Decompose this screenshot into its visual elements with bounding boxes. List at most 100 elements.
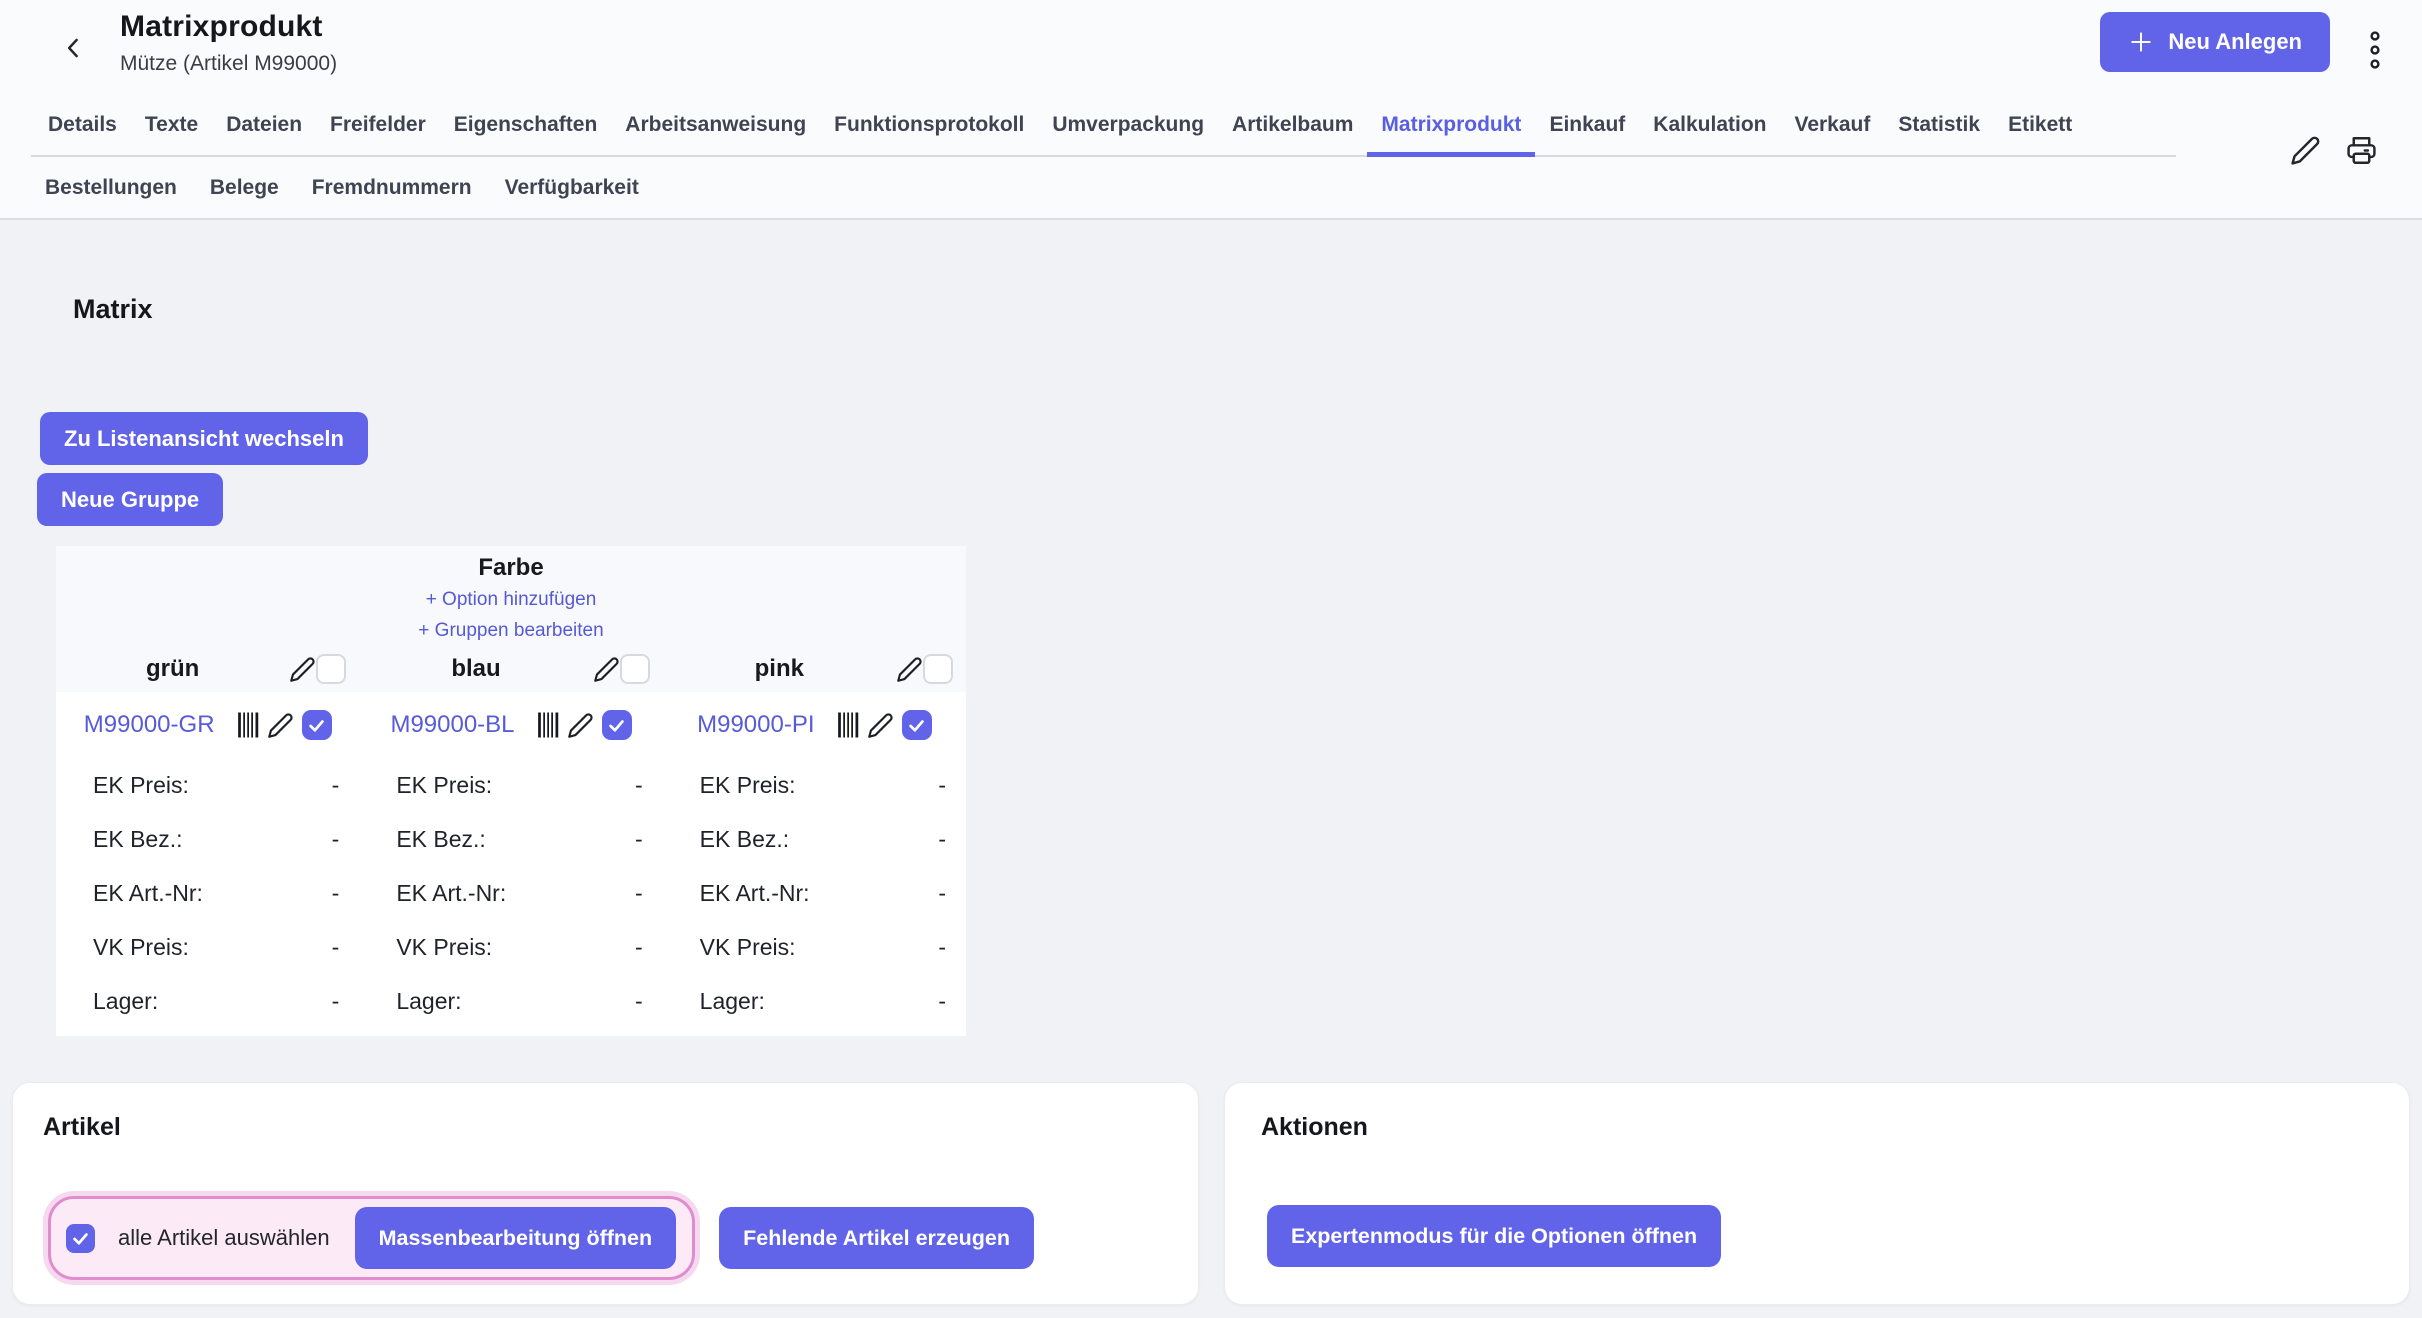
edit-groups-link[interactable]: + Gruppen bearbeiten: [56, 615, 966, 646]
open-expert-mode-button[interactable]: Expertenmodus für die Optionen öffnen: [1267, 1205, 1721, 1267]
tab-statistik[interactable]: Statistik: [1884, 98, 1994, 157]
article-link-gruen[interactable]: M99000-GR: [84, 711, 215, 739]
pencil-icon[interactable]: [289, 656, 316, 683]
chevron-left-icon: [61, 35, 87, 61]
tab-details[interactable]: Details: [34, 98, 131, 157]
select-all-highlight-group: alle Artikel auswählen Massenbearbeitung…: [48, 1196, 695, 1280]
tab-freifelder[interactable]: Freifelder: [316, 98, 440, 157]
pencil-icon: [2290, 135, 2322, 166]
tab-umverpackung[interactable]: Umverpackung: [1038, 98, 1218, 157]
tab-arbeitsanweisung[interactable]: Arbeitsanweisung: [611, 98, 820, 157]
cell-value: -: [332, 934, 340, 961]
tab-verfuegbarkeit[interactable]: Verfügbarkeit: [491, 168, 653, 208]
back-button[interactable]: [54, 26, 94, 70]
more-options-button[interactable]: [2362, 28, 2388, 72]
articles-card-title: Artikel: [43, 1113, 121, 1142]
tab-artikelbaum[interactable]: Artikelbaum: [1218, 98, 1367, 157]
article-checkbox-gruen[interactable]: [302, 710, 332, 740]
column-header-blau: blau: [359, 646, 662, 692]
row-label: EK Art.-Nr:: [93, 880, 203, 907]
table-row-lager: Lager:- Lager:- Lager:-: [56, 974, 966, 1028]
tab-etikett[interactable]: Etikett: [1994, 98, 2086, 157]
option-checkbox-gruen[interactable]: [316, 654, 346, 684]
tab-funktionsprotokoll[interactable]: Funktionsprotokoll: [820, 98, 1038, 157]
open-bulk-edit-button[interactable]: Massenbearbeitung öffnen: [355, 1207, 677, 1269]
option-label-pink: pink: [663, 655, 896, 683]
top-bar: Matrixprodukt Mütze (Artikel M99000) Neu…: [0, 0, 2422, 218]
secondary-tab-bar: Bestellungen Belege Fremdnummern Verfügb…: [31, 168, 653, 208]
cell-value: -: [938, 772, 946, 799]
article-checkbox-pink[interactable]: [902, 710, 932, 740]
tab-belege[interactable]: Belege: [196, 168, 293, 208]
article-link-blau[interactable]: M99000-BL: [390, 711, 514, 739]
row-label: Lager:: [93, 988, 158, 1015]
column-header-pink: pink: [663, 646, 966, 692]
pencil-icon[interactable]: [267, 712, 294, 739]
pencil-icon[interactable]: [867, 712, 894, 739]
articles-controls: alle Artikel auswählen Massenbearbeitung…: [48, 1196, 1034, 1280]
row-label: EK Bez.:: [93, 826, 182, 853]
pencil-icon[interactable]: [593, 656, 620, 683]
page-subtitle: Mütze (Artikel M99000): [120, 52, 337, 76]
tab-kalkulation[interactable]: Kalkulation: [1639, 98, 1780, 157]
matrix-table-header: Farbe + Option hinzufügen + Gruppen bear…: [56, 546, 966, 692]
cell-value: -: [635, 988, 643, 1015]
row-label: EK Art.-Nr:: [700, 880, 810, 907]
matrix-table: Farbe + Option hinzufügen + Gruppen bear…: [56, 546, 966, 1036]
row-label: VK Preis:: [93, 934, 189, 961]
tab-eigenschaften[interactable]: Eigenschaften: [440, 98, 612, 157]
cell-value: -: [938, 880, 946, 907]
tab-dateien[interactable]: Dateien: [212, 98, 316, 157]
tab-matrixprodukt[interactable]: Matrixprodukt: [1367, 98, 1535, 157]
option-checkbox-blau[interactable]: [620, 654, 650, 684]
primary-tab-bar: Details Texte Dateien Freifelder Eigensc…: [34, 98, 2086, 157]
pencil-icon[interactable]: [896, 656, 923, 683]
printer-icon: [2346, 135, 2378, 166]
table-row-ek-preis: EK Preis:- EK Preis:- EK Preis:-: [56, 758, 966, 812]
new-create-button[interactable]: Neu Anlegen: [2100, 12, 2330, 72]
tab-einkauf[interactable]: Einkauf: [1535, 98, 1639, 157]
add-option-link[interactable]: + Option hinzufügen: [56, 584, 966, 615]
actions-card: Aktionen Expertenmodus für die Optionen …: [1224, 1082, 2410, 1305]
checkmark-icon: [607, 716, 626, 735]
matrix-table-body: M99000-GR M99000-BL M99000-PI EK Preis: -…: [56, 692, 966, 1036]
article-link-pink[interactable]: M99000-PI: [697, 711, 814, 739]
row-label: VK Preis:: [396, 934, 492, 961]
article-cell-blau: M99000-BL: [359, 692, 662, 758]
pencil-icon[interactable]: [567, 712, 594, 739]
tab-texte[interactable]: Texte: [131, 98, 212, 157]
create-missing-articles-button[interactable]: Fehlende Artikel erzeugen: [719, 1207, 1034, 1269]
plus-icon: [2128, 29, 2154, 55]
select-all-checkbox[interactable]: [66, 1224, 95, 1253]
cell-value: -: [635, 880, 643, 907]
article-checkbox-blau[interactable]: [602, 710, 632, 740]
barcode-icon[interactable]: [235, 710, 265, 740]
checkmark-icon: [307, 716, 326, 735]
row-label: VK Preis:: [700, 934, 796, 961]
table-row-vk-preis: VK Preis:- VK Preis:- VK Preis:-: [56, 920, 966, 974]
new-group-button[interactable]: Neue Gruppe: [37, 473, 223, 526]
checkmark-icon: [907, 716, 926, 735]
edit-button[interactable]: [2290, 134, 2322, 166]
row-label: EK Bez.:: [700, 826, 789, 853]
barcode-icon[interactable]: [835, 710, 865, 740]
kebab-menu-icon: [2368, 29, 2382, 71]
tab-fremdnummern[interactable]: Fremdnummern: [298, 168, 486, 208]
switch-to-list-view-button[interactable]: Zu Listenansicht wechseln: [40, 412, 368, 465]
row-label: Lager:: [700, 988, 765, 1015]
barcode-icon[interactable]: [535, 710, 565, 740]
option-label-blau: blau: [359, 655, 592, 683]
select-all-label: alle Artikel auswählen: [118, 1225, 330, 1251]
cell-value: -: [635, 826, 643, 853]
tab-verkauf[interactable]: Verkauf: [1780, 98, 1884, 157]
table-row-ek-artnr: EK Art.-Nr:- EK Art.-Nr:- EK Art.-Nr:-: [56, 866, 966, 920]
actions-card-title: Aktionen: [1261, 1113, 1368, 1142]
row-label: EK Preis:: [93, 772, 189, 799]
print-button[interactable]: [2346, 134, 2378, 166]
row-label: EK Bez.:: [396, 826, 485, 853]
option-checkbox-pink[interactable]: [923, 654, 953, 684]
article-row: M99000-GR M99000-BL M99000-PI: [56, 692, 966, 758]
checkmark-icon: [71, 1229, 90, 1248]
matrix-column-headers: grün blau pink: [56, 646, 966, 692]
tab-bestellungen[interactable]: Bestellungen: [31, 168, 191, 208]
